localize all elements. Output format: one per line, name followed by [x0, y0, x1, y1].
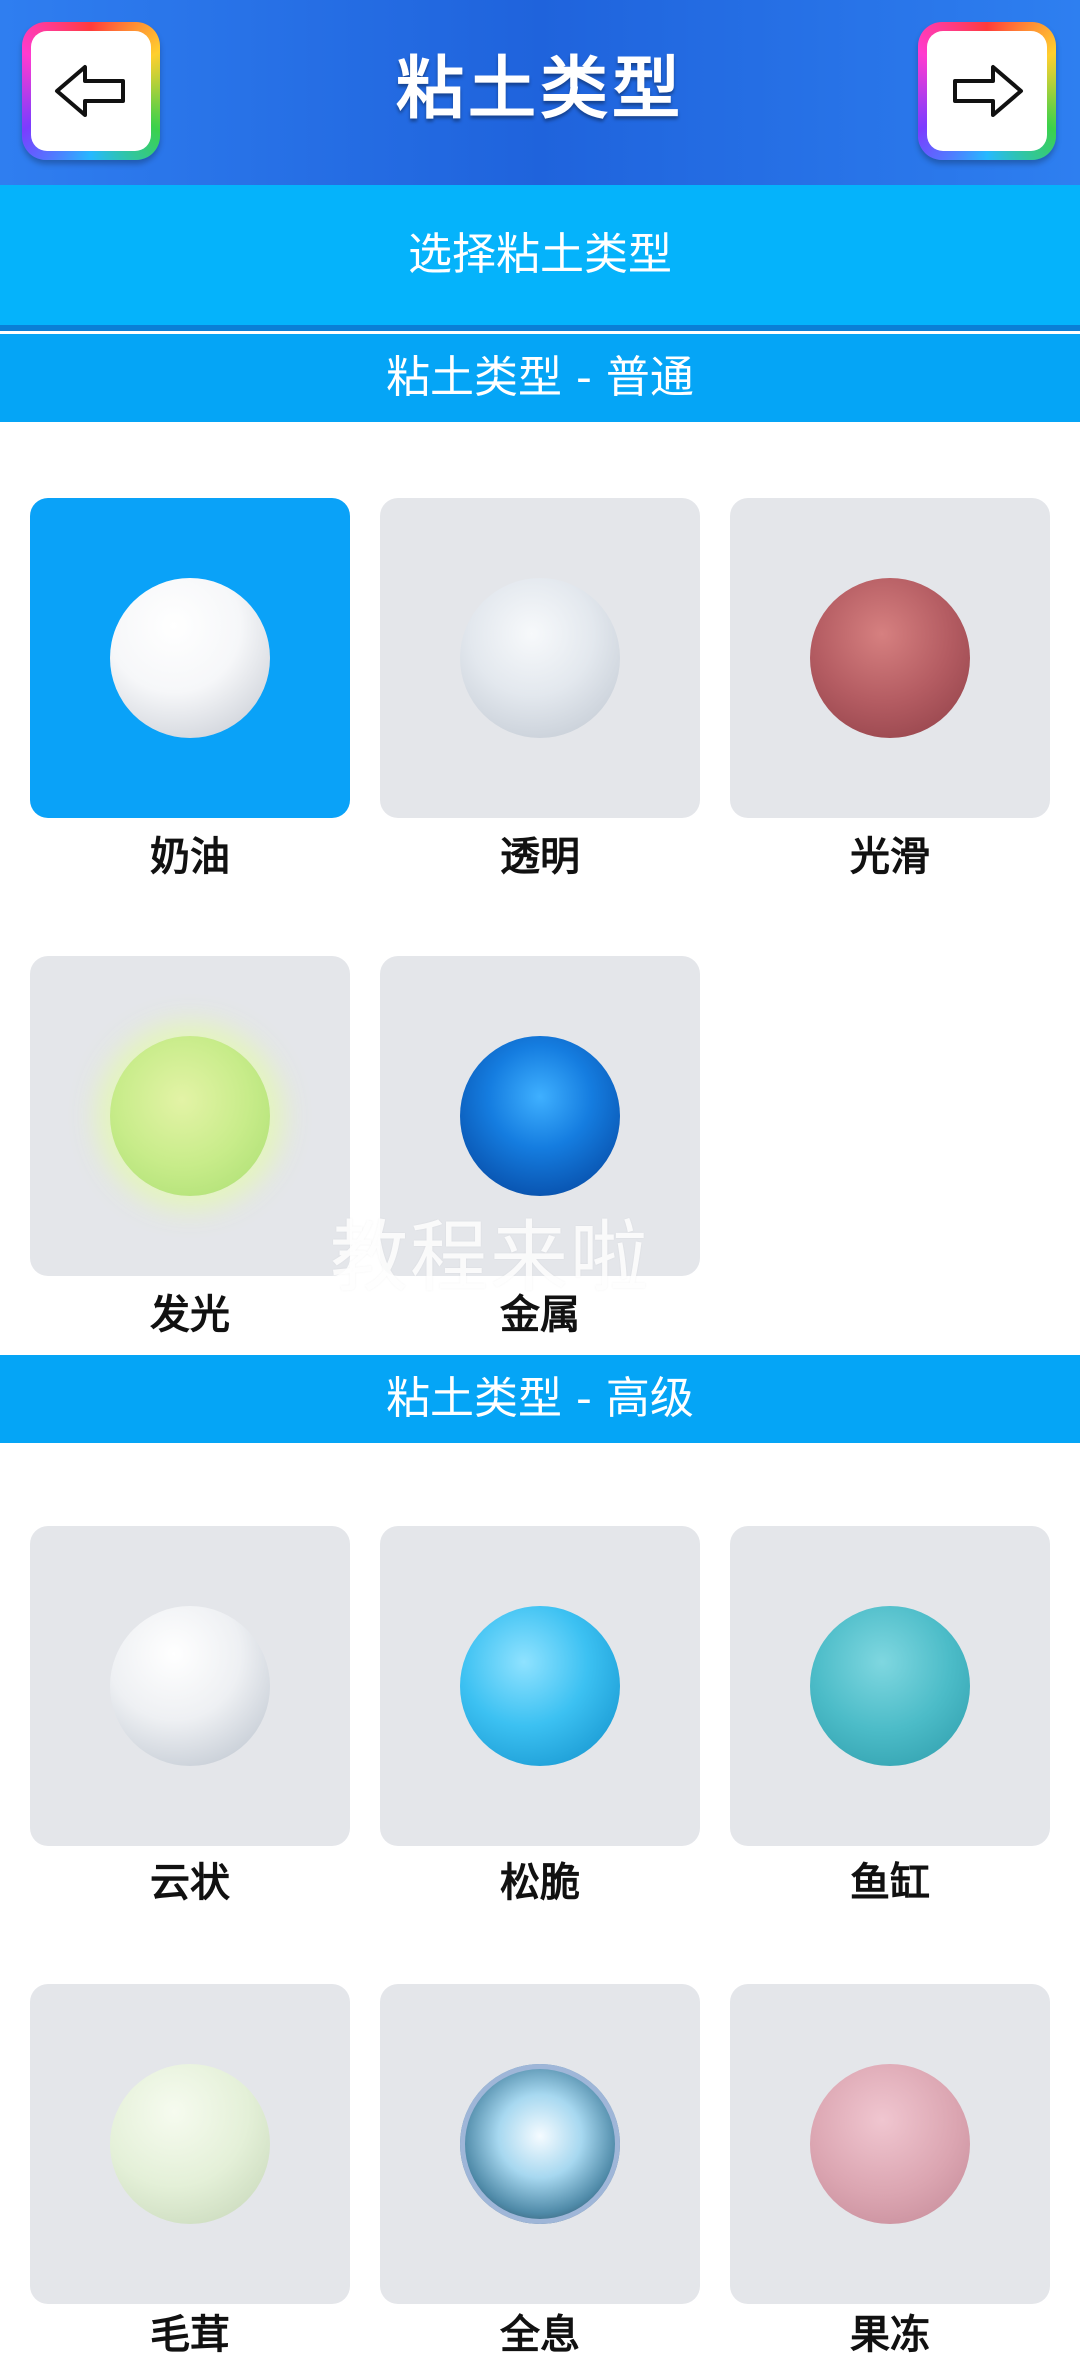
- clay-label: 果冻: [850, 2312, 930, 2358]
- next-button[interactable]: [918, 22, 1056, 160]
- clay-label: 毛茸: [150, 2312, 230, 2358]
- clay-option-transparent[interactable]: [380, 498, 700, 818]
- clay-label: 发光: [150, 1292, 230, 1338]
- clay-label: 鱼缸: [850, 1860, 930, 1906]
- select-clay-type-header: 选择粘土类型: [0, 185, 1080, 331]
- clay-ball-icon: [460, 1036, 620, 1196]
- clay-label: 光滑: [850, 834, 930, 880]
- clay-ball-icon: [810, 578, 970, 738]
- clay-option-cloud[interactable]: [30, 1526, 350, 1846]
- clay-option-glow[interactable]: [30, 956, 350, 1276]
- clay-label: 金属: [500, 1292, 580, 1338]
- clay-option-crisp[interactable]: [380, 1526, 700, 1846]
- clay-ball-icon: [110, 1606, 270, 1766]
- section-title-basic: 粘土类型 - 普通: [0, 334, 1080, 422]
- clay-ball-icon: [110, 1036, 270, 1196]
- clay-option-fishbowl[interactable]: [730, 1526, 1050, 1846]
- clay-option-metal[interactable]: [380, 956, 700, 1276]
- clay-label: 云状: [150, 1860, 230, 1906]
- arrow-right-icon: [953, 65, 1023, 117]
- clay-option-hologram[interactable]: [380, 1984, 700, 2304]
- clay-ball-icon: [810, 1606, 970, 1766]
- clay-label: 全息: [500, 2312, 580, 2358]
- clay-ball-icon: [110, 578, 270, 738]
- clay-label: 奶油: [150, 834, 230, 880]
- clay-ball-icon: [110, 2064, 270, 2224]
- clay-label: 松脆: [500, 1860, 580, 1906]
- arrow-left-icon: [55, 65, 125, 117]
- page-title: 粘土类型: [395, 50, 684, 129]
- clay-ball-icon: [460, 1606, 620, 1766]
- back-button[interactable]: [22, 22, 160, 160]
- clay-ball-icon: [460, 2064, 620, 2224]
- clay-option-jelly[interactable]: [730, 1984, 1050, 2304]
- clay-option-cream[interactable]: [30, 498, 350, 818]
- top-bar: 粘土类型: [0, 0, 1080, 185]
- clay-ball-icon: [810, 2064, 970, 2224]
- clay-ball-icon: [460, 578, 620, 738]
- section-title-advanced: 粘土类型 - 高级: [0, 1355, 1080, 1443]
- clay-option-fluffy[interactable]: [30, 1984, 350, 2304]
- clay-option-smooth[interactable]: [730, 498, 1050, 818]
- clay-label: 透明: [500, 834, 580, 880]
